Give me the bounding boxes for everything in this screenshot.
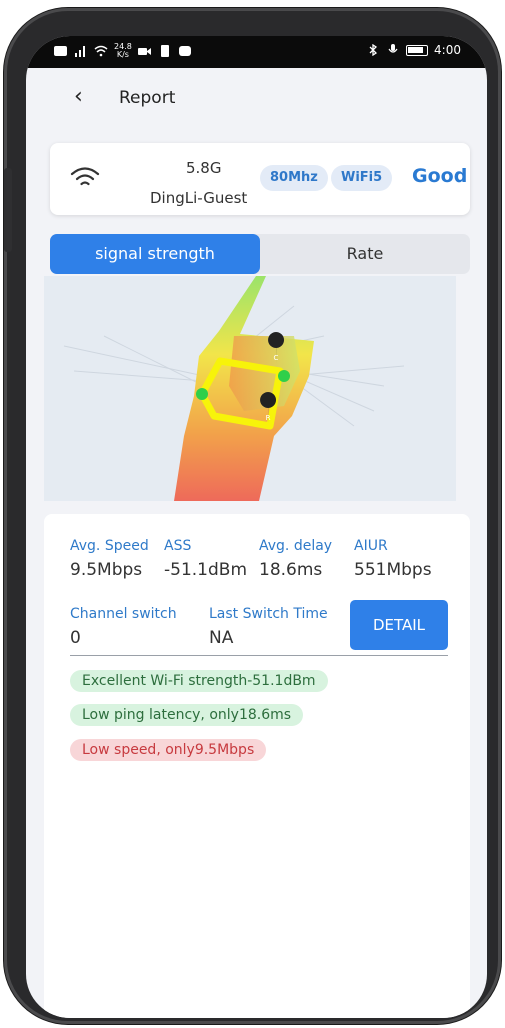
- wifi-info-card: 5.8G DingLi-Guest 80Mhz WiFi5 Good: [50, 143, 470, 215]
- map-marker-c-label: C: [274, 354, 279, 362]
- avg-speed-value: 9.5Mbps: [70, 560, 143, 580]
- wifi-ssid: DingLi-Guest: [150, 189, 248, 207]
- path-point: [278, 370, 290, 382]
- net-speed: 24.8 K/s: [114, 43, 132, 59]
- wifi-icon: [70, 167, 100, 186]
- wifi-status-icon: [94, 45, 108, 57]
- video-icon: [137, 48, 151, 55]
- page-title: Report: [119, 88, 176, 108]
- avg-delay-value: 18.6ms: [259, 560, 323, 580]
- tag-low-speed: Low speed, only9.5Mbps: [70, 739, 267, 761]
- sim-icon: [160, 45, 169, 57]
- ass-value: -51.1dBm: [164, 560, 247, 580]
- signal-heatmap: C R: [44, 276, 456, 501]
- channel-switch-label: Channel switch: [70, 606, 177, 622]
- hd-icon: [54, 46, 67, 56]
- path-start-point: [196, 388, 208, 400]
- message-icon: [178, 46, 191, 56]
- status-time: 4:00: [434, 43, 461, 57]
- avg-speed-label: Avg. Speed: [70, 538, 149, 554]
- status-right: 4:00: [366, 43, 461, 57]
- stats-card: Avg. Speed 9.5Mbps ASS -51.1dBm Avg. del…: [44, 514, 470, 1018]
- app-header: ‹ Report: [26, 68, 487, 126]
- side-button: [4, 168, 12, 252]
- heatmap-canvas: C R: [63, 276, 405, 501]
- wifi-standard-badge: WiFi5: [331, 165, 393, 191]
- battery-icon: [406, 44, 429, 56]
- last-switch-time-label: Last Switch Time: [209, 606, 328, 622]
- signal-quality: Good: [412, 165, 468, 187]
- aiur-label: AIUR: [354, 538, 388, 554]
- last-switch-time-value: NA: [209, 628, 234, 648]
- status-left: 24.8 K/s: [54, 43, 192, 59]
- ass-label: ASS: [164, 538, 192, 554]
- avg-delay-label: Avg. delay: [259, 538, 333, 554]
- wifi-band: 5.8G: [186, 159, 222, 177]
- divider: [70, 655, 448, 656]
- channel-switch-value: 0: [70, 628, 81, 648]
- bandwidth-badge: 80Mhz: [260, 165, 328, 191]
- tab-signal-strength[interactable]: signal strength: [50, 234, 260, 274]
- map-marker-r-label: R: [266, 414, 271, 422]
- detail-button[interactable]: DETAIL: [350, 600, 448, 650]
- view-tabs: signal strength Rate: [50, 234, 470, 274]
- net-speed-unit: K/s: [116, 50, 129, 59]
- status-bar: 24.8 K/s 4:00: [26, 36, 487, 68]
- tag-wifi-strength: Excellent Wi-Fi strength-51.1dBm: [70, 670, 328, 692]
- mic-icon: [388, 44, 398, 53]
- phone-frame: 24.8 K/s 4:00 ‹ Report 5.8G DingLi-Guest…: [4, 8, 501, 1024]
- bluetooth-icon: [369, 44, 378, 56]
- screen: 24.8 K/s 4:00 ‹ Report 5.8G DingLi-Guest…: [26, 36, 487, 1018]
- tag-ping-latency: Low ping latency, only18.6ms: [70, 704, 304, 726]
- tab-rate[interactable]: Rate: [260, 234, 470, 274]
- chevron-left-icon[interactable]: ‹: [74, 84, 83, 109]
- cell-signal-icon: [75, 46, 85, 57]
- aiur-value: 551Mbps: [354, 560, 432, 580]
